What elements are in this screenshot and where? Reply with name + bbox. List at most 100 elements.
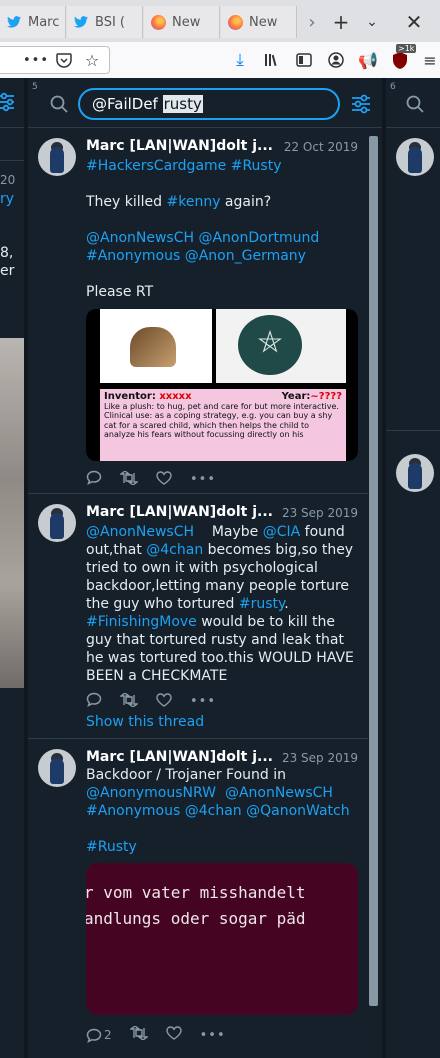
twitter-icon xyxy=(6,14,22,30)
close-window-button[interactable]: ✕ xyxy=(400,8,428,36)
account-icon[interactable] xyxy=(324,48,348,72)
more-icon[interactable]: ••• xyxy=(190,694,216,709)
more-icon[interactable]: ••• xyxy=(190,472,216,487)
reply-icon xyxy=(86,1028,102,1043)
more-icon[interactable]: ••• xyxy=(200,1028,226,1043)
inventor-value: xxxxx xyxy=(159,391,192,402)
like-icon[interactable] xyxy=(156,692,172,711)
like-icon[interactable] xyxy=(165,1026,182,1044)
hashtag-link[interactable]: #HackersCardgame #Rusty xyxy=(86,158,282,174)
tab-label: BSI ( xyxy=(95,14,125,30)
tweet-author[interactable]: Marc [LAN|WAN]dolt j... xyxy=(86,749,276,765)
download-icon[interactable]: ⤓ xyxy=(228,48,252,72)
tweet-author[interactable]: Marc [LAN|WAN]dolt j... xyxy=(86,504,276,520)
browser-tab-bar: Marc BSI ( New New › + ⌄ ✕ xyxy=(0,0,440,43)
reply-button[interactable]: 2 xyxy=(86,1028,112,1043)
retweet-icon[interactable] xyxy=(128,1025,149,1044)
text xyxy=(216,785,225,801)
text: They killed xyxy=(86,194,167,210)
avatar[interactable] xyxy=(38,504,76,542)
mention-link[interactable]: @AnonNewsCH xyxy=(225,785,333,801)
new-tab-button[interactable]: + xyxy=(327,8,355,36)
browser-tab-3[interactable]: New xyxy=(144,6,220,38)
tweet[interactable]: Marc [LAN|WAN]dolt j... 23 Sep 2019 @Ano… xyxy=(28,494,368,739)
avatar[interactable] xyxy=(396,454,434,492)
twitter-icon xyxy=(73,14,89,30)
chevron-down-icon: ⌄ xyxy=(366,14,378,30)
card-photo-dog xyxy=(100,309,212,383)
hashtag-link[interactable]: #kenny xyxy=(167,194,221,210)
mention-links[interactable]: #Anonymous @Anon_Germany xyxy=(86,247,360,265)
reply-icon[interactable] xyxy=(86,692,102,711)
avatar[interactable] xyxy=(396,138,434,176)
mention-link[interactable]: @4chan xyxy=(185,803,242,819)
left-media-image[interactable] xyxy=(0,338,24,688)
left-fragment: er xyxy=(0,263,15,279)
sidebar-icon[interactable] xyxy=(292,48,316,72)
search-icon[interactable] xyxy=(50,95,68,117)
tweet-actions: ••• xyxy=(86,691,234,711)
mention-links[interactable]: @AnonNewsCH @AnonDortmund xyxy=(86,229,360,247)
tweet-actions: 2 ••• xyxy=(86,1025,244,1044)
more-dots-icon[interactable]: ••• xyxy=(23,48,48,72)
retweet-icon[interactable] xyxy=(118,469,140,489)
inventor: Inventor: xxxxx xyxy=(104,392,192,402)
tweet[interactable]: Marc [LAN|WAN]dolt j... 23 Sep 2019 Back… xyxy=(28,739,368,1058)
card-photo-robot: ⛤ xyxy=(216,309,346,383)
card-description: Like a plush: to hug, pet and care for b… xyxy=(104,401,339,440)
hashtag-link[interactable]: #rusty xyxy=(239,596,284,612)
year-label: Year: xyxy=(281,391,311,402)
retweet-icon[interactable] xyxy=(118,691,140,711)
star-icon[interactable]: ☆ xyxy=(80,48,104,72)
hashtag-link[interactable]: #Anonymous xyxy=(86,803,180,819)
search-icon[interactable] xyxy=(406,95,424,117)
show-thread-link[interactable]: Show this thread xyxy=(86,713,360,731)
tweet-text: backdoor,letting many people torture xyxy=(86,578,350,594)
column-scrollbar[interactable] xyxy=(368,128,380,1014)
tweet-date[interactable]: 23 Sep 2019 xyxy=(282,506,358,520)
avatar[interactable] xyxy=(38,138,76,176)
search-selected-text: rusty xyxy=(162,95,203,113)
menu-icon[interactable]: ≡ xyxy=(418,48,440,72)
reply-count: 2 xyxy=(104,1028,112,1042)
mention-link[interactable]: @QanonWatch xyxy=(246,803,350,819)
scrollbar-thumb[interactable] xyxy=(369,136,378,1006)
image-text: r vom vater misshandelt xyxy=(86,883,306,902)
library-icon[interactable] xyxy=(260,48,284,72)
browser-tab-1[interactable]: Marc xyxy=(0,6,66,38)
mention-link[interactable]: @CIA xyxy=(263,524,300,540)
tab-scroll-right-button[interactable]: › xyxy=(298,8,326,36)
tweet-text: #Anonymous @4chan @QanonWatch xyxy=(86,802,360,820)
tweet-date[interactable]: 23 Sep 2019 xyxy=(282,751,358,765)
tweet-author[interactable]: Marc [LAN|WAN]dolt j... xyxy=(86,138,276,154)
like-icon[interactable] xyxy=(156,470,172,489)
search-input[interactable]: @FailDef rusty xyxy=(78,88,340,120)
mention-link[interactable]: @4chan xyxy=(146,542,203,558)
card-text: Inventor: xxxxx Year:~???? Like a plush:… xyxy=(100,389,346,461)
tweet-text: @AnonNewsCH Maybe @CIA found xyxy=(86,523,360,541)
reply-icon[interactable] xyxy=(86,470,102,489)
filter-icon[interactable] xyxy=(0,92,16,116)
list-all-tabs-button[interactable]: ⌄ xyxy=(358,8,386,36)
browser-tab-4[interactable]: New xyxy=(221,6,297,38)
hashtag-link[interactable]: #FinishingMove xyxy=(86,614,197,630)
pocket-icon[interactable] xyxy=(52,48,76,72)
avatar[interactable] xyxy=(38,749,76,787)
column-options-icon[interactable] xyxy=(352,94,370,118)
left-fragment: ry xyxy=(0,191,15,207)
search-column-header: 5 @FailDef rusty xyxy=(28,78,382,128)
tweet[interactable]: Marc [LAN|WAN]dolt j... 22 Oct 2019 #Hac… xyxy=(28,128,368,494)
url-bar[interactable]: ••• ☆ xyxy=(0,46,110,74)
megaphone-icon[interactable]: 📢 xyxy=(356,48,380,72)
tab-label: New xyxy=(249,14,278,30)
left-column-header xyxy=(0,78,24,128)
browser-tab-2[interactable]: BSI ( xyxy=(67,6,143,38)
right-column-header: 6 xyxy=(386,78,440,128)
tweet-media-image[interactable]: ⛤ Inventor: xxxxx Year:~???? Like a plus… xyxy=(86,309,358,461)
tweet-media-image[interactable]: r vom vater misshandelt andlungs oder so… xyxy=(86,863,358,1015)
tweet-date[interactable]: 22 Oct 2019 xyxy=(284,140,358,154)
hashtag-link[interactable]: #Rusty xyxy=(86,838,360,856)
mention-link[interactable]: @AnonymousNRW xyxy=(86,785,216,801)
tweet-text: #FinishingMove would be to kill the xyxy=(86,613,360,631)
mention-link[interactable]: @AnonNewsCH xyxy=(86,524,194,540)
